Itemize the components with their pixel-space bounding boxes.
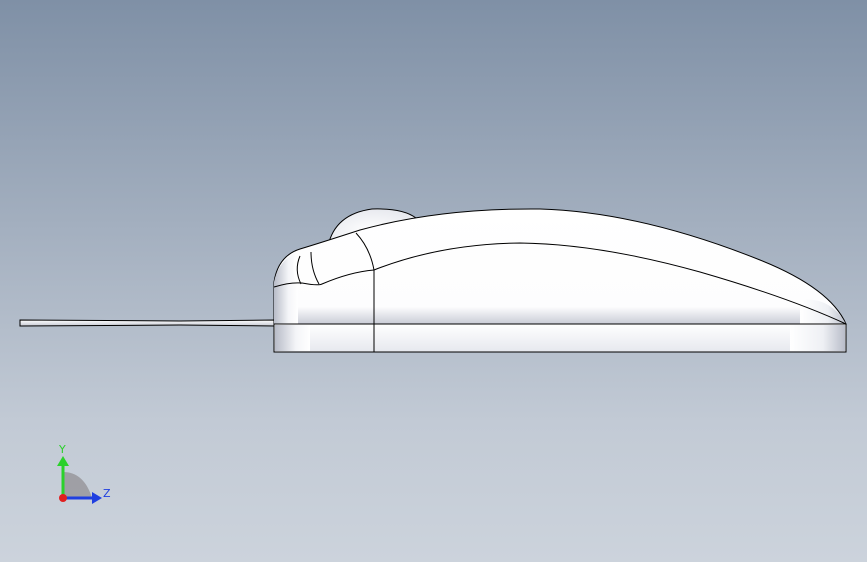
y-axis-label: Y — [58, 443, 66, 456]
triad-plane — [63, 472, 92, 498]
base-front-shade — [790, 325, 845, 351]
base-plate — [273, 323, 847, 353]
cable — [19, 319, 276, 327]
orientation-triad: Y Z — [57, 443, 111, 504]
y-axis-arrow — [57, 456, 69, 466]
base-rear-shade — [275, 325, 310, 351]
graphics-viewport[interactable]: Y Z — [0, 0, 867, 562]
mouse-model[interactable] — [0, 0, 867, 562]
z-axis-label: Z — [103, 487, 111, 500]
x-axis-dot — [59, 494, 67, 502]
z-axis-arrow — [92, 492, 102, 504]
